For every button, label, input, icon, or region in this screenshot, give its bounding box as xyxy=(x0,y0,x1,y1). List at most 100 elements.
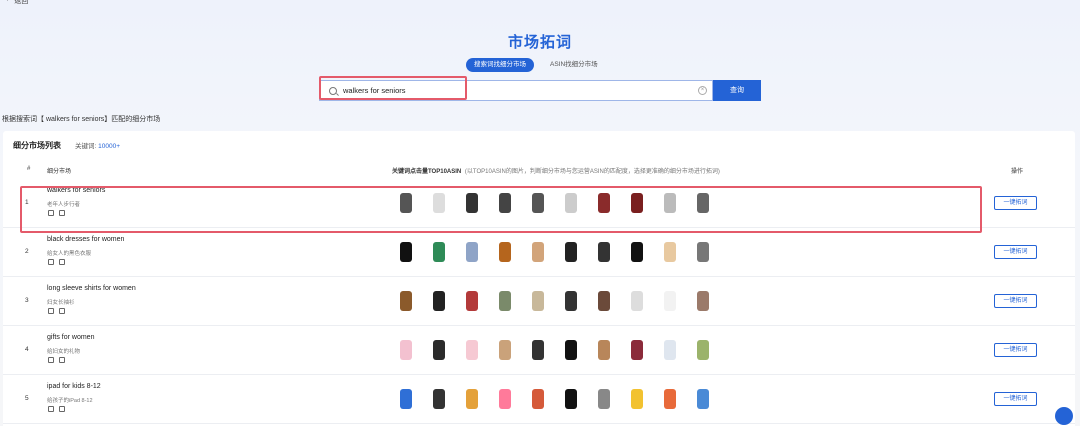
search-button[interactable]: 查询 xyxy=(713,80,761,101)
share-icon[interactable] xyxy=(59,406,65,412)
product-thumbnail[interactable] xyxy=(494,240,516,264)
row-index: 3 xyxy=(25,297,29,304)
help-float-button[interactable] xyxy=(1055,407,1073,425)
row-tools xyxy=(48,357,65,363)
expand-keywords-button[interactable]: 一键拓词 xyxy=(994,392,1037,406)
row-index: 5 xyxy=(25,395,29,402)
row-keyword-cn: 给女人的黑色衣服 xyxy=(47,251,92,257)
expand-keywords-button[interactable]: 一键拓词 xyxy=(994,245,1037,259)
row-index: 2 xyxy=(25,248,29,255)
expand-keywords-button[interactable]: 一键拓词 xyxy=(994,343,1037,357)
product-thumbnail[interactable] xyxy=(527,338,549,362)
product-thumbnail[interactable] xyxy=(626,387,648,411)
product-thumbnail[interactable] xyxy=(428,240,450,264)
product-thumbnail[interactable] xyxy=(692,289,714,313)
product-thumbnail[interactable] xyxy=(593,240,615,264)
col-images-title: 关键词点击量TOP10ASIN xyxy=(392,169,462,175)
row-thumbnails xyxy=(395,387,714,411)
product-thumbnail[interactable] xyxy=(626,338,648,362)
product-thumbnail[interactable] xyxy=(527,240,549,264)
product-thumbnail[interactable] xyxy=(659,289,681,313)
product-thumbnail[interactable] xyxy=(461,387,483,411)
product-thumbnail[interactable] xyxy=(494,387,516,411)
row-keyword: black dresses for women xyxy=(47,236,125,243)
product-thumbnail[interactable] xyxy=(593,289,615,313)
product-thumbnail[interactable] xyxy=(659,338,681,362)
row-keyword: long sleeve shirts for women xyxy=(47,285,136,292)
col-action: 操作 xyxy=(1011,169,1024,175)
row-thumbnails xyxy=(395,240,714,264)
col-images-note: (以TOP10ASIN的图片，判断细分市场与您运营ASIN的匹配度，选择更准确的… xyxy=(464,169,720,175)
expand-keywords-button[interactable]: 一键拓词 xyxy=(994,294,1037,308)
product-thumbnail[interactable] xyxy=(395,240,417,264)
product-thumbnail[interactable] xyxy=(626,240,648,264)
market-list-panel: 细分市场列表 关键词: 10000+ # 细分市场 关键词点击量TOP10ASI… xyxy=(3,131,1075,426)
clear-icon[interactable]: × xyxy=(698,86,707,95)
panel-title: 细分市场列表 xyxy=(13,141,61,150)
product-thumbnail[interactable] xyxy=(560,289,582,313)
row-keyword-cn: 给孩子的iPad 8-12 xyxy=(47,398,93,404)
product-thumbnail[interactable] xyxy=(659,387,681,411)
page-title: 市场拓词 xyxy=(507,34,572,51)
keyword-count-label: 关键词: xyxy=(75,143,97,150)
back-link[interactable]: ‹ 返回 xyxy=(6,0,28,6)
col-market: 细分市场 xyxy=(47,169,72,175)
row-highlight-box xyxy=(20,186,982,233)
panel-header: 细分市场列表 关键词: 10000+ xyxy=(13,140,120,151)
product-thumbnail[interactable] xyxy=(395,387,417,411)
col-index: # xyxy=(27,166,31,172)
product-thumbnail[interactable] xyxy=(593,338,615,362)
tab-keyword-market[interactable]: 搜索词找细分市场 xyxy=(466,58,534,72)
product-thumbnail[interactable] xyxy=(560,338,582,362)
product-thumbnail[interactable] xyxy=(692,240,714,264)
row-keyword: ipad for kids 8-12 xyxy=(47,383,101,390)
tab-asin-market[interactable]: ASIN找细分市场 xyxy=(542,58,606,72)
product-thumbnail[interactable] xyxy=(461,240,483,264)
row-tools xyxy=(48,308,65,314)
row-index: 4 xyxy=(25,346,29,353)
search-mode-tabs: 搜索词找细分市场 ASIN找细分市场 xyxy=(466,58,606,72)
row-keyword-cn: 妇女长袖衫 xyxy=(47,300,75,306)
product-thumbnail[interactable] xyxy=(527,289,549,313)
product-thumbnail[interactable] xyxy=(692,387,714,411)
row-tools xyxy=(48,259,65,265)
copy-icon[interactable] xyxy=(48,259,54,265)
search-highlight-box xyxy=(319,76,467,100)
share-icon[interactable] xyxy=(59,357,65,363)
product-thumbnail[interactable] xyxy=(494,289,516,313)
product-thumbnail[interactable] xyxy=(395,338,417,362)
keyword-count-value: 10000+ xyxy=(98,143,120,150)
product-thumbnail[interactable] xyxy=(395,289,417,313)
product-thumbnail[interactable] xyxy=(659,240,681,264)
back-label: 返回 xyxy=(14,0,29,5)
row-tools xyxy=(48,406,65,412)
product-thumbnail[interactable] xyxy=(593,387,615,411)
product-thumbnail[interactable] xyxy=(494,338,516,362)
table-row: 4 gifts for women 给妇女的礼物 一键拓词 xyxy=(3,326,1075,375)
col-images: 关键词点击量TOP10ASIN (以TOP10ASIN的图片，判断细分市场与您运… xyxy=(392,166,720,175)
row-thumbnails xyxy=(395,289,714,313)
product-thumbnail[interactable] xyxy=(527,387,549,411)
table-row: 3 long sleeve shirts for women 妇女长袖衫 一键拓词 xyxy=(3,277,1075,326)
table-header: # 细分市场 关键词点击量TOP10ASIN (以TOP10ASIN的图片，判断… xyxy=(3,164,1075,178)
product-thumbnail[interactable] xyxy=(461,338,483,362)
product-thumbnail[interactable] xyxy=(560,240,582,264)
product-thumbnail[interactable] xyxy=(626,289,648,313)
copy-icon[interactable] xyxy=(48,308,54,314)
product-thumbnail[interactable] xyxy=(692,338,714,362)
product-thumbnail[interactable] xyxy=(560,387,582,411)
match-summary: 根据搜索词【 walkers for seniors】匹配的细分市场 xyxy=(2,116,161,123)
share-icon[interactable] xyxy=(59,259,65,265)
product-thumbnail[interactable] xyxy=(461,289,483,313)
keyword-count: 关键词: 10000+ xyxy=(75,140,120,150)
expand-keywords-button[interactable]: 一键拓词 xyxy=(994,196,1037,210)
chevron-left-icon: ‹ xyxy=(6,0,8,6)
share-icon[interactable] xyxy=(59,308,65,314)
product-thumbnail[interactable] xyxy=(428,338,450,362)
copy-icon[interactable] xyxy=(48,357,54,363)
product-thumbnail[interactable] xyxy=(428,289,450,313)
product-thumbnail[interactable] xyxy=(428,387,450,411)
table-row: 5 ipad for kids 8-12 给孩子的iPad 8-12 一键拓词 xyxy=(3,375,1075,424)
copy-icon[interactable] xyxy=(48,406,54,412)
row-thumbnails xyxy=(395,338,714,362)
